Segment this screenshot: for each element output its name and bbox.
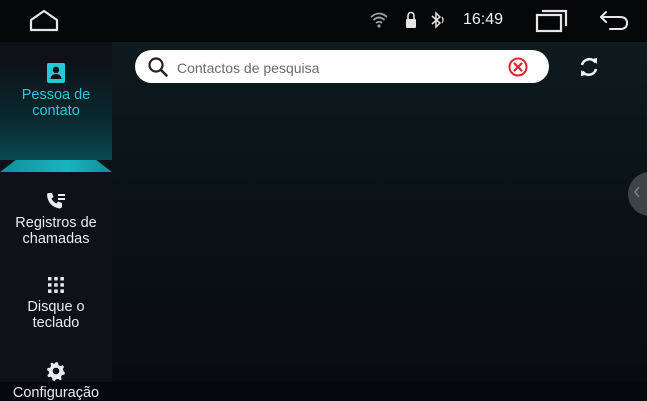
clear-search-icon[interactable] xyxy=(507,56,529,78)
active-indicator xyxy=(0,160,112,172)
refresh-icon[interactable] xyxy=(577,55,601,79)
sidebar-item-settings[interactable]: Configuração xyxy=(0,360,112,401)
wifi-icon xyxy=(370,12,388,28)
search-icon xyxy=(147,56,169,78)
dialpad-icon xyxy=(45,274,67,296)
chevron-left-icon xyxy=(633,185,641,203)
sidebar-item-label: Configuração xyxy=(12,385,100,401)
sidebar-item-label: Registros de chamadas xyxy=(15,215,97,247)
recents-icon[interactable] xyxy=(534,8,570,34)
back-icon[interactable] xyxy=(597,7,631,35)
lock-icon xyxy=(405,11,417,29)
status-bar: 16:49 xyxy=(0,0,647,42)
home-icon[interactable] xyxy=(26,7,62,35)
clock-time: 16:49 xyxy=(463,11,504,28)
bluetooth-icon xyxy=(429,10,447,30)
sidebar: Pessoa de contato Registros de chamadas … xyxy=(0,42,112,401)
sidebar-item-contacts[interactable]: Pessoa de contato xyxy=(0,62,112,160)
search-bar xyxy=(135,50,549,83)
contacts-main-area xyxy=(112,42,647,382)
sidebar-item-dialpad[interactable]: Disque o teclado xyxy=(0,274,112,331)
call-log-icon xyxy=(45,190,67,212)
contact-card-icon xyxy=(45,62,67,84)
search-input[interactable] xyxy=(175,56,499,79)
sidebar-item-label: Pessoa de contato xyxy=(21,87,91,119)
sidebar-item-label: Disque o teclado xyxy=(27,299,85,331)
sidebar-item-call-log[interactable]: Registros de chamadas xyxy=(0,190,112,247)
gear-icon xyxy=(45,360,67,382)
